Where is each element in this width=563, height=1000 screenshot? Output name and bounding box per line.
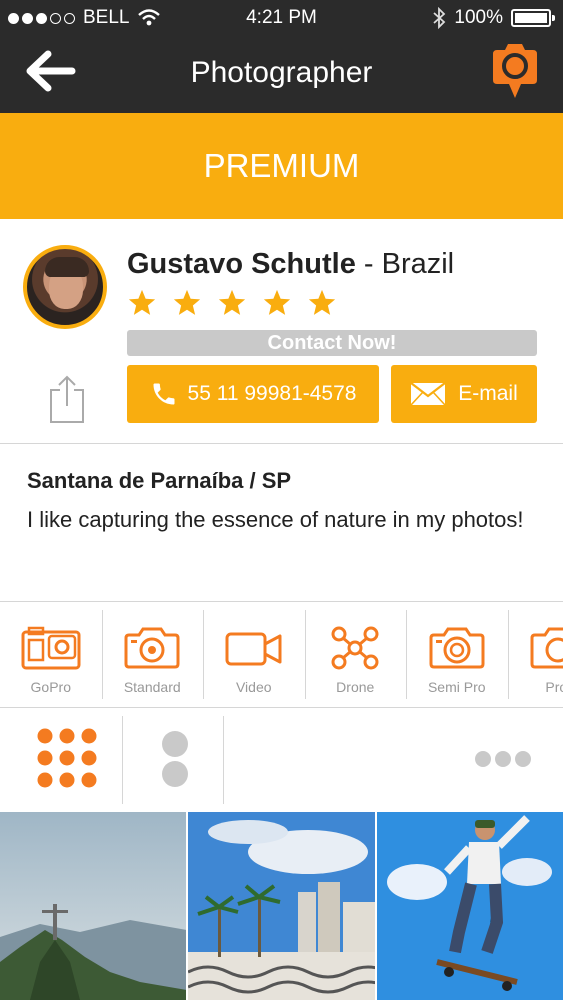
camera-icon <box>124 627 180 669</box>
christ-redeemer-photo <box>0 812 187 1000</box>
photographer-name-line: Gustavo Schutle - Brazil <box>127 248 454 281</box>
photographer-country: - Brazil <box>355 248 455 280</box>
photo-thumbnail[interactable] <box>376 812 563 1000</box>
star-icon <box>128 289 156 315</box>
status-bar: BELL 4:21 PM 100% <box>0 0 563 36</box>
star-icon <box>173 289 201 315</box>
equipment-drone[interactable]: Drone <box>304 602 407 707</box>
share-icon <box>50 375 84 423</box>
contact-now-label: Contact Now! <box>127 330 537 356</box>
camera-location-button[interactable] <box>489 42 541 100</box>
photo-thumbnail[interactable] <box>0 812 187 1000</box>
equipment-video[interactable]: Video <box>203 602 305 707</box>
envelope-icon <box>410 382 446 406</box>
drone-icon <box>331 626 379 670</box>
star-icon <box>308 289 336 315</box>
camera-pin-icon <box>493 44 537 98</box>
divider <box>223 716 224 804</box>
premium-banner: PREMIUM <box>0 113 563 219</box>
pro-camera-icon <box>530 627 563 669</box>
battery-icon <box>511 9 555 27</box>
beach-promenade-photo <box>188 812 375 1000</box>
share-button[interactable] <box>48 374 86 424</box>
divider <box>0 443 563 444</box>
gopro-icon <box>21 626 81 670</box>
equipment-gopro[interactable]: GoPro <box>0 602 102 707</box>
video-camera-icon <box>225 632 282 666</box>
list-view-button[interactable] <box>123 708 223 812</box>
equipment-semi-pro[interactable]: Semi Pro <box>406 602 508 707</box>
view-toggle-row <box>0 708 563 812</box>
equipment-label: Standard <box>123 679 181 695</box>
top-bar: BELL 4:21 PM 100% Photographer <box>0 0 563 113</box>
grid-icon <box>37 728 97 788</box>
equipment-label: Prof <box>545 679 563 695</box>
semi-pro-camera-icon <box>429 627 485 669</box>
rating-stars <box>127 288 337 318</box>
photo-thumbnail[interactable] <box>188 812 375 1000</box>
email-label: E-mail <box>458 382 518 405</box>
email-button[interactable]: E-mail <box>391 365 537 423</box>
photo-grid <box>0 812 563 1000</box>
location-text: Santana de Parnaíba / SP <box>27 468 292 493</box>
avatar <box>23 245 107 329</box>
equipment-label: Video <box>235 679 272 695</box>
bluetooth-icon <box>433 7 446 29</box>
phone-icon <box>153 383 175 405</box>
star-icon <box>263 289 291 315</box>
equipment-label: Semi Pro <box>427 679 486 695</box>
phone-number: 55 11 99981-4578 <box>187 382 357 405</box>
photographer-name: Gustavo Schutle <box>127 248 356 280</box>
list-icon <box>162 731 188 787</box>
page-title: Photographer <box>190 56 373 89</box>
call-phone-button[interactable]: 55 11 99981-4578 <box>127 365 379 423</box>
equipment-row: GoPro Standard Video Drone Semi Pro Pr <box>0 602 563 707</box>
more-options-button[interactable] <box>460 708 563 812</box>
equipment-standard[interactable]: Standard <box>101 602 204 707</box>
more-icon <box>475 751 531 767</box>
bio-text: I like capturing the essence of nature i… <box>27 507 524 532</box>
equipment-pro[interactable]: Prof <box>507 602 563 707</box>
star-icon <box>218 289 246 315</box>
skateboarder-photo <box>376 812 563 1000</box>
battery-percent: 100% <box>454 7 503 28</box>
equipment-label: GoPro <box>30 679 71 695</box>
grid-view-button[interactable] <box>0 708 122 812</box>
equipment-label: Drone <box>336 679 375 695</box>
